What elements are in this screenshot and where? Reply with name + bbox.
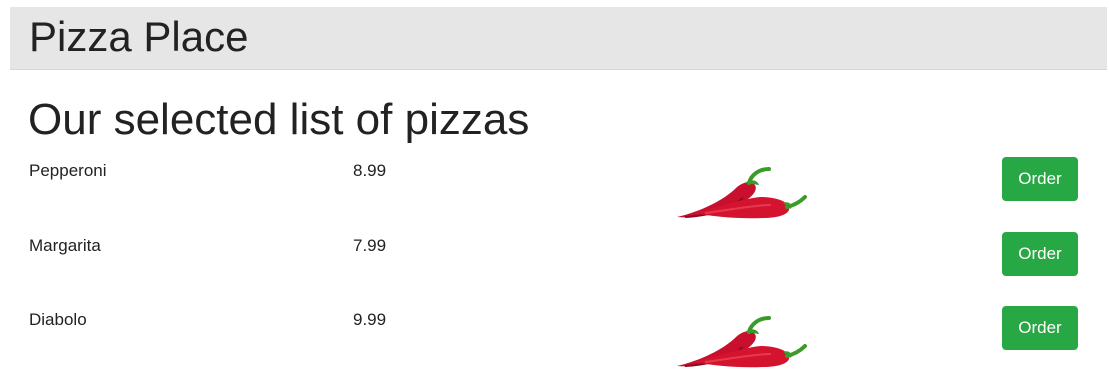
order-button[interactable]: Order [1002, 232, 1078, 276]
pizza-price: 8.99 [353, 161, 387, 180]
pizza-price: 7.99 [353, 236, 387, 255]
order-button[interactable]: Order [1002, 157, 1078, 201]
pizza-list: Pepperoni 8.99 Order Margarita 7.99 Orde… [0, 150, 1109, 370]
pizza-name: Margarita [29, 236, 101, 255]
pizza-name: Pepperoni [29, 161, 107, 180]
site-title: Pizza Place [29, 13, 249, 60]
pizza-row-margarita: Margarita 7.99 Order [0, 225, 1109, 299]
page-title: Our selected list of pizzas [28, 95, 530, 144]
chili-pepper-icon [675, 312, 810, 372]
pizza-row-diabolo: Diabolo 9.99 Order [0, 299, 1109, 373]
chili-pepper-icon [675, 163, 810, 223]
pizza-row-pepperoni: Pepperoni 8.99 Order [0, 150, 1109, 224]
pizza-price: 9.99 [353, 310, 387, 329]
page-header: Pizza Place [10, 7, 1107, 70]
pizza-name: Diabolo [29, 310, 87, 329]
order-button[interactable]: Order [1002, 306, 1078, 350]
